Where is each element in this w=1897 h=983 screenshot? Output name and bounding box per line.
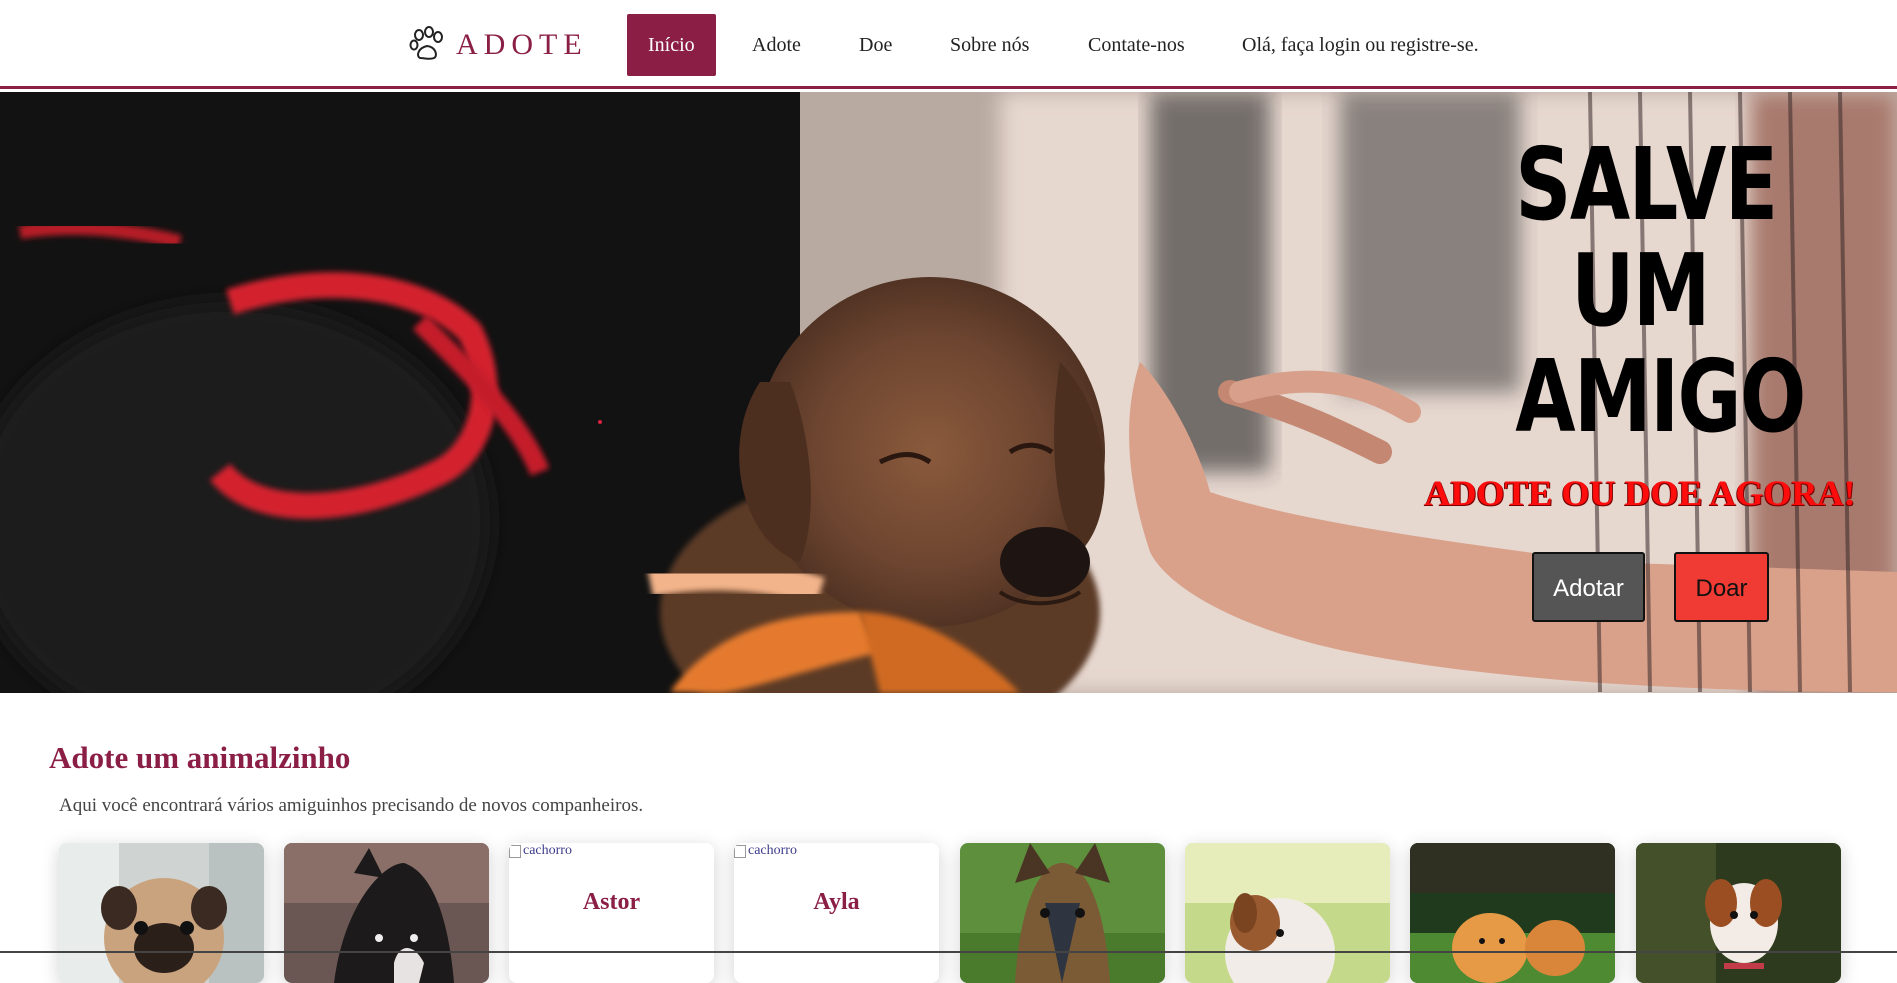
pomeranian-photo [1410,843,1615,983]
image-alt-text: cachorro [523,843,572,858]
logo-text: ADOTE [456,28,588,61]
hero-banner: SALVE UM AMIGO ADOTE OU DOE AGORA! Adota… [0,92,1897,693]
adopt-button[interactable]: Adotar [1532,552,1645,622]
hero-title-line-1: SALVE [1515,126,1778,243]
pet-card-list: cachorro Astor cachorro Ayla [0,843,1897,983]
pet-card[interactable] [1636,843,1841,983]
pet-card[interactable]: cachorro Ayla [734,843,939,983]
border-collie-photo [284,843,489,983]
paw-icon [409,26,443,60]
pet-card[interactable] [960,843,1165,983]
pug-photo [59,843,264,983]
hero-title: SALVE UM AMIGO [1515,126,1806,455]
top-navbar: ADOTE Início Adote Doe Sobre nós Contate… [0,0,1897,89]
nav-doe[interactable]: Doe [859,14,892,76]
nav-inicio[interactable]: Início [627,14,716,76]
hero-subtitle: ADOTE OU DOE AGORA! [1424,473,1856,513]
pet-card[interactable] [1185,843,1390,983]
nav-sobre-nos[interactable]: Sobre nós [950,14,1029,76]
pet-card[interactable] [284,843,489,983]
pet-card[interactable] [1410,843,1615,983]
pet-card[interactable] [59,843,264,983]
image-alt-text: cachorro [748,843,797,858]
broken-image-icon [509,844,521,858]
yorkshire-photo [960,843,1165,983]
broken-image-icon [734,844,746,858]
section-description: Aqui você encontrará vários amiguinhos p… [59,795,644,816]
pet-name: Astor [582,889,641,915]
puppy-photo [1185,843,1390,983]
section-title: Adote um animalzinho [49,740,351,775]
beagle-puppy-photo [1636,843,1841,983]
nav-login-register[interactable]: Olá, faça login ou registre-se. [1242,14,1479,76]
pet-name: Ayla [813,889,860,915]
nav-contate-nos[interactable]: Contate-nos [1088,14,1185,76]
nav-adote[interactable]: Adote [752,14,801,76]
logo[interactable]: ADOTE [408,20,588,70]
broken-image: cachorro [509,843,572,859]
hero-title-line-3: AMIGO [1515,338,1806,455]
donate-button[interactable]: Doar [1674,552,1769,622]
pet-card[interactable]: cachorro Astor [509,843,714,983]
hero-title-line-2: UM [1571,232,1710,349]
broken-image: cachorro [734,843,797,859]
